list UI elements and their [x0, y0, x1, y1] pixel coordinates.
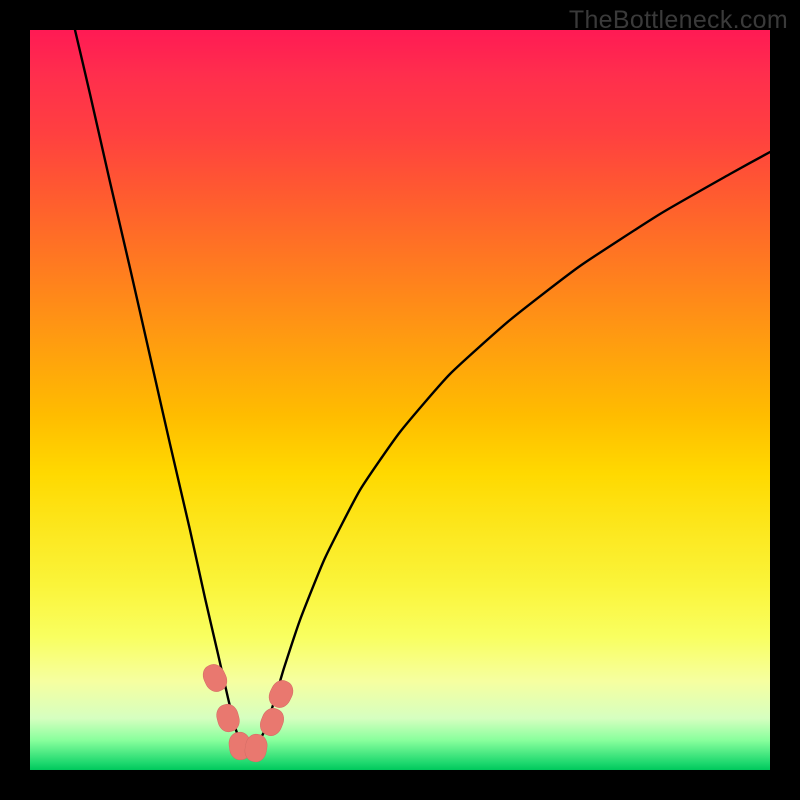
- marker-layer: [30, 30, 770, 770]
- curve-marker: [265, 677, 297, 712]
- chart-frame: TheBottleneck.com: [0, 0, 800, 800]
- attribution-text: TheBottleneck.com: [569, 6, 788, 35]
- plot-area: [30, 30, 770, 770]
- curve-marker: [199, 661, 231, 696]
- curve-marker: [214, 702, 242, 735]
